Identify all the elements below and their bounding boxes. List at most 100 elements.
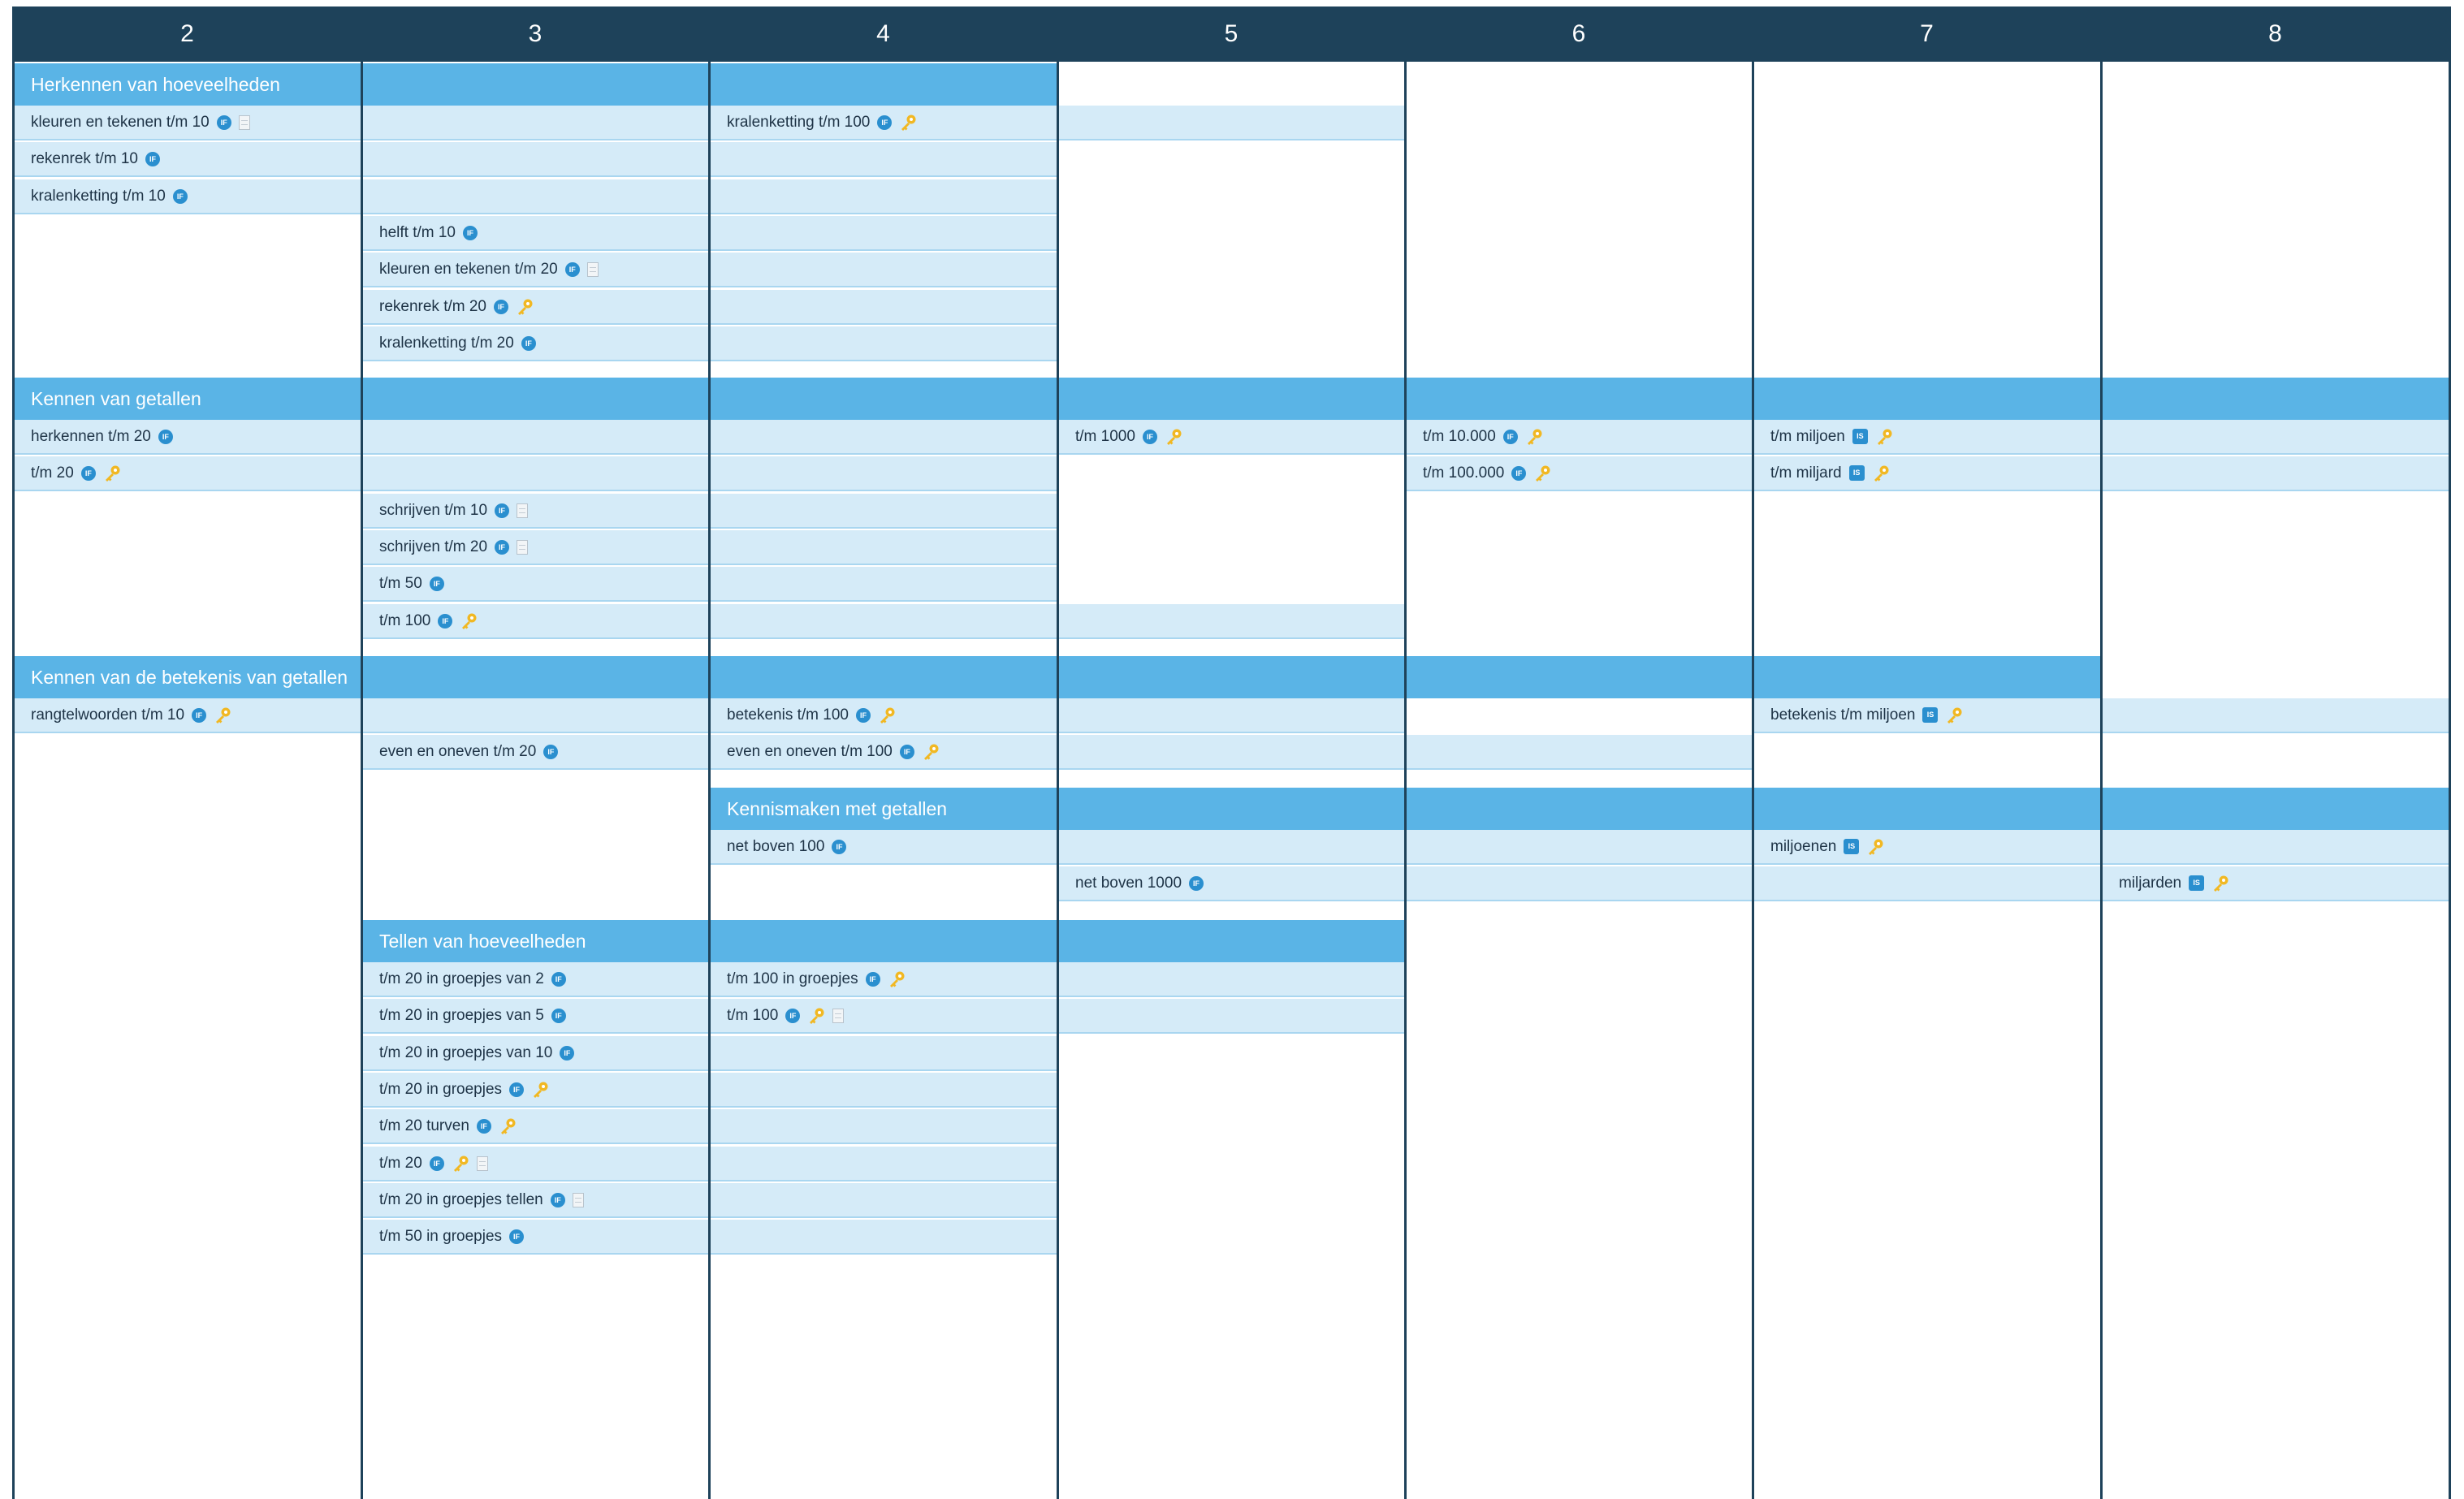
worksheet-icon [238,114,250,130]
key-icon [922,743,940,761]
learning-goal-label: t/m 100 [727,1006,779,1024]
learning-goal-label: t/m 20 turven [379,1117,469,1134]
if-badge-icon: IF [785,1008,801,1023]
learning-goal-label: herkennen t/m 20 [31,427,151,445]
learning-goal-label: t/m 20 [31,464,74,482]
learning-goal-label: schrijven t/m 20 [379,538,488,555]
if-badge-icon: IF [1142,429,1157,444]
is-badge-icon: IS [1852,429,1868,444]
worksheet-icon [832,1008,845,1023]
learning-goal-label: t/m 10.000 [1423,427,1496,445]
learning-goal-label: t/m 100.000 [1423,464,1505,482]
section-title: Tellen van hoeveelheden [379,930,586,952]
key-icon [1945,706,1963,724]
column-divider [708,6,711,1499]
learning-goal-label: miljarden [2119,874,2182,892]
learning-goal-item[interactable]: rekenrek t/m 10 IF [13,142,1057,177]
column-divider [2100,6,2103,1499]
learning-goal-label: kralenketting t/m 20 [379,334,514,352]
column-header-3: 3 [361,6,709,62]
if-badge-icon: IF [463,225,478,240]
if-badge-icon: IF [1502,429,1518,444]
learning-goal-label: rangtelwoorden t/m 10 [31,706,185,724]
is-badge-icon: IS [1922,707,1939,723]
key-icon [1525,428,1543,446]
if-badge-icon: IF [521,335,536,351]
if-badge-icon: IF [865,971,880,987]
learning-goal-label: net boven 100 [727,837,825,855]
if-badge-icon: IF [495,503,510,518]
learning-goal-item[interactable]: t/m 20 IF [13,456,1057,491]
if-badge-icon: IF [429,576,444,591]
is-badge-icon: IS [1844,839,1860,854]
if-badge-icon: IF [551,1008,566,1023]
learning-goal-label: t/m miljoen [1770,427,1845,445]
key-icon [1533,464,1551,482]
key-icon [103,464,121,482]
learning-goal-item[interactable]: net boven 1000 IF [1057,866,2101,901]
learning-goal-item[interactable]: miljarden IS [2101,866,2449,901]
worksheet-icon [517,539,529,555]
key-icon [531,1081,549,1099]
learning-goal-label: kleuren en tekenen t/m 20 [379,260,558,278]
learning-goal-label: t/m 100 in groepjes [727,970,858,987]
column-divider [1752,6,1754,1499]
learning-goal-item[interactable]: net boven 100 IF [709,830,1753,865]
key-icon [1872,464,1890,482]
column-header-2: 2 [13,6,361,62]
section-header[interactable]: Kennismaken met getallen [709,788,2449,830]
learning-goal-label: t/m 100 [379,611,431,629]
learning-goal-item[interactable]: kralenketting t/m 10 IF [13,179,1057,214]
if-badge-icon: IF [899,744,914,759]
key-icon [1165,428,1182,446]
key-icon [2211,875,2229,892]
section-title: Herkennen van hoeveelheden [31,73,280,95]
key-icon [888,970,906,988]
learning-goal-label: t/m 20 in groepjes van 2 [379,970,544,987]
if-badge-icon: IF [1189,875,1204,891]
learning-goal-item[interactable]: t/m 100 IF [361,604,1405,639]
column-header-4: 4 [709,6,1057,62]
section-title: Kennen van getallen [31,387,201,409]
column-divider [361,6,363,1499]
learning-goal-item[interactable]: even en oneven t/m 100 IF [709,735,1753,770]
key-icon [878,706,896,724]
is-badge-icon: IS [2189,875,2205,891]
if-badge-icon: IF [543,744,559,759]
learning-goal-label: t/m 1000 [1075,427,1135,445]
learning-goal-label: t/m 20 in groepjes van 5 [379,1006,544,1024]
learning-goal-label: schrijven t/m 10 [379,501,488,519]
key-icon [807,1007,825,1025]
key-icon [1866,838,1884,856]
key-icon [460,612,478,630]
learning-goal-item[interactable]: herkennen t/m 20 IF [13,420,1057,455]
learning-goal-label: kleuren en tekenen t/m 10 [31,113,210,131]
key-icon [1875,428,1893,446]
if-badge-icon: IF [216,114,231,130]
if-badge-icon: IF [855,707,871,723]
learning-goal-label: t/m 20 in groepjes [379,1080,503,1098]
key-icon [516,298,534,316]
column-divider [12,6,15,1499]
if-badge-icon: IF [145,151,160,166]
section-title: Kennismaken met getallen [727,797,948,819]
column-header-6: 6 [1405,6,1753,62]
learning-goal-label: t/m miljard [1770,464,1842,482]
section-header[interactable]: Herkennen van hoeveelheden [13,63,1057,106]
section-header[interactable]: Kennen van getallen [13,378,2449,420]
if-badge-icon: IF [172,188,188,204]
if-badge-icon: IF [509,1229,525,1244]
if-badge-icon: IF [476,1118,491,1134]
if-badge-icon: IF [832,839,847,854]
learning-goal-label: betekenis t/m miljoen [1770,706,1916,724]
learning-goal-label: kralenketting t/m 10 [31,187,166,205]
learning-goal-label: t/m 20 in groepjes van 10 [379,1043,553,1061]
learning-goal-label: helft t/m 10 [379,223,456,241]
section-header[interactable]: Tellen van hoeveelheden [361,920,1405,962]
if-badge-icon: IF [877,114,893,130]
is-badge-icon: IS [1848,465,1865,481]
column-header-8: 8 [2101,6,2449,62]
if-badge-icon: IF [80,465,96,481]
if-badge-icon: IF [509,1082,525,1097]
learning-path-board: 2 3 4 5 6 7 8 Herkennen van hoeveelheden kleuren… [0,0,2464,1499]
